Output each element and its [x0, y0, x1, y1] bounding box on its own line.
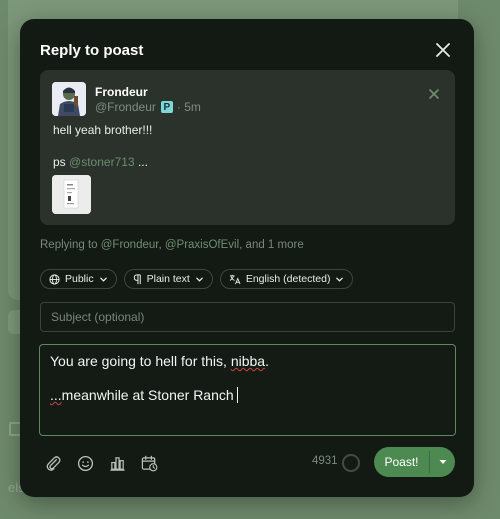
schedule-icon — [141, 455, 158, 472]
attach-button[interactable] — [45, 455, 62, 472]
attachment-thumbnail[interactable] — [52, 175, 91, 214]
ellipsis-text: ... — [137, 155, 148, 169]
quoted-text-line1: hell yeah brother!!! — [53, 123, 153, 137]
language-label: English (detected) — [245, 273, 331, 285]
poll-icon — [110, 457, 125, 471]
quoted-text-line2: ps @stoner713 ... — [53, 155, 148, 169]
modal-title: Reply to poast — [40, 42, 144, 59]
compose-text: . — [265, 353, 269, 369]
post-time: · 5m — [176, 100, 201, 114]
pilcrow-icon — [133, 273, 141, 284]
compose-toolbar — [45, 455, 158, 472]
mention-link[interactable]: @stoner713 — [69, 155, 135, 169]
post-button-label: Poast! — [384, 455, 419, 469]
remove-quote-button[interactable] — [429, 86, 439, 99]
chevron-down-icon — [99, 277, 107, 282]
misspelled-word: nibba — [230, 353, 266, 369]
translate-icon — [229, 274, 241, 284]
emoji-icon — [77, 455, 94, 472]
quoted-post: Frondeur @Frondeur P · 5m hell yeah brot… — [40, 70, 455, 225]
close-icon — [429, 89, 439, 99]
ps-text: ps — [53, 155, 66, 169]
character-counter: 4931 — [312, 455, 338, 467]
paperclip-icon — [46, 456, 61, 471]
compose-line-1: You are going to hell for this, nibba. — [50, 352, 445, 370]
avatar[interactable] — [52, 82, 86, 116]
close-button[interactable] — [436, 43, 450, 57]
subject-input[interactable] — [40, 302, 455, 332]
chevron-down-icon — [439, 460, 446, 464]
compose-textarea[interactable]: You are going to hell for this, nibba. .… — [39, 344, 456, 436]
post-options-button[interactable] — [430, 457, 455, 467]
reply-more[interactable]: , and 1 more — [239, 239, 304, 251]
author-name[interactable]: Frondeur — [95, 85, 148, 99]
post-button[interactable]: Poast! — [374, 447, 455, 477]
text-cursor — [236, 387, 238, 403]
format-dropdown[interactable]: Plain text — [123, 269, 213, 289]
chevron-down-icon — [336, 277, 344, 282]
visibility-label: Public — [65, 273, 94, 285]
post-options: Public Plain text English (detected) — [40, 269, 354, 289]
close-icon — [436, 43, 450, 57]
author-handle: @Frondeur P · 5m — [95, 100, 201, 114]
emoji-button[interactable] — [77, 455, 94, 472]
language-dropdown[interactable]: English (detected) — [219, 269, 354, 289]
replying-to: Replying to @Frondeur, @PraxisOfEvil, an… — [40, 239, 304, 251]
compose-line-2: ...meanwhile at Stoner Ranch — [50, 386, 445, 404]
handle-text[interactable]: @Frondeur — [95, 100, 156, 114]
reply-modal: Reply to poast Frondeur @Frondeur P · 5m — [20, 19, 474, 497]
reply-mention-1[interactable]: @Frondeur — [101, 239, 159, 251]
badge-icon: P — [160, 101, 173, 113]
reply-mention-2[interactable]: @PraxisOfEvil — [165, 239, 239, 251]
progress-ring — [342, 454, 360, 472]
reply-separator: , — [158, 239, 162, 251]
replying-prefix: Replying to — [40, 239, 98, 251]
compose-text: meanwhile at Stoner Ranch — [61, 387, 234, 403]
chevron-down-icon — [195, 277, 203, 282]
compose-text: You are going to hell for this, — [50, 353, 231, 369]
visibility-dropdown[interactable]: Public — [40, 269, 117, 289]
misspelled-word: ... — [50, 387, 62, 403]
poll-button[interactable] — [109, 455, 126, 472]
schedule-button[interactable] — [141, 455, 158, 472]
globe-icon — [49, 273, 60, 285]
format-label: Plain text — [146, 273, 190, 285]
